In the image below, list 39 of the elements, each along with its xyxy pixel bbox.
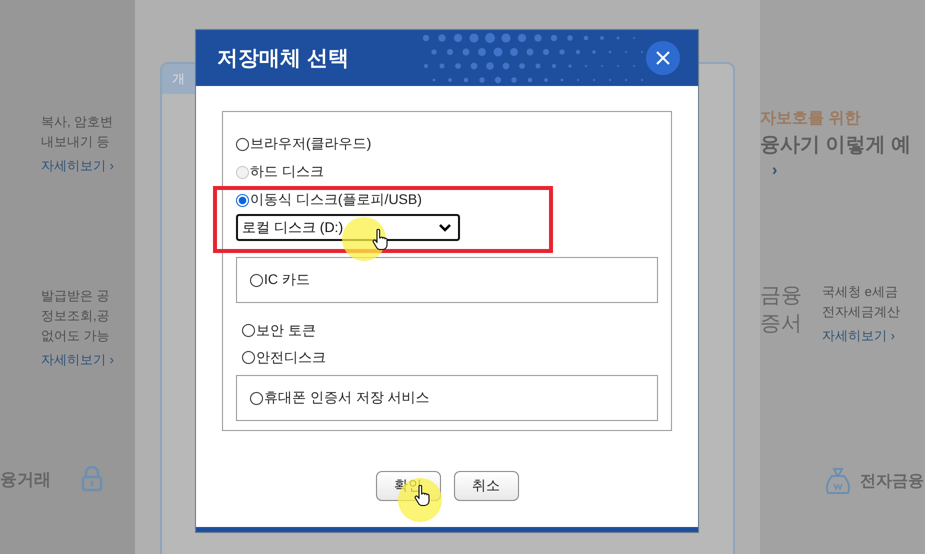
section-title: 전자금융: [860, 472, 924, 492]
close-icon: [655, 50, 671, 66]
section-title: 금융: [760, 283, 802, 309]
details-link[interactable]: 자세히보기 ›: [822, 326, 895, 346]
option-label: 이동식 디스크(플로피/USB): [250, 191, 422, 209]
section-title: 증서: [760, 311, 802, 337]
option-label: 브라우저(클라우드): [250, 135, 372, 153]
hand-cursor-icon: [372, 229, 388, 251]
lock-icon: [81, 466, 103, 492]
radio-button[interactable]: [242, 351, 255, 364]
cancel-button[interactable]: 취소: [454, 471, 518, 501]
radio-button[interactable]: [250, 392, 263, 404]
radio-button[interactable]: [242, 324, 255, 337]
details-link[interactable]: 자세히보기 ›: [41, 156, 114, 176]
option-label: 보안 토큰: [256, 322, 316, 340]
description-text: 복사, 암호변: [41, 113, 114, 131]
description-text: 정보조회,공: [41, 307, 111, 325]
description-text: 발급받은 공: [41, 287, 111, 305]
radio-button[interactable]: [236, 138, 249, 150]
money-bag-icon: [826, 466, 850, 496]
description-text: 전자세금계산: [822, 303, 900, 321]
banner-headline: 융사기 이렇게 예: [760, 133, 912, 158]
banner-subtitle: 자보호를 위한: [760, 109, 862, 129]
panel-tab[interactable]: 개: [162, 64, 195, 94]
description-text: 국세청 e세금: [822, 283, 899, 301]
option-label: IC 카드: [264, 271, 310, 289]
description-text: 내보내기 등: [41, 133, 111, 151]
option-label: 휴대폰 인증서 저장 서비스: [264, 389, 430, 407]
radio-button[interactable]: [236, 194, 249, 206]
close-button[interactable]: [646, 41, 680, 75]
details-link[interactable]: 자세히보기 ›: [41, 350, 114, 370]
option-label: 안전디스크: [256, 348, 326, 366]
radio-button[interactable]: [250, 274, 263, 286]
banner-link[interactable]: ›: [760, 160, 778, 182]
cursor-highlight: [342, 217, 386, 261]
chevron-down-icon: [438, 222, 452, 232]
dialog-title: 저장매체 선택: [217, 46, 349, 72]
option-label: 하드 디스크: [250, 163, 324, 181]
description-text: 없어도 가능: [41, 327, 111, 345]
